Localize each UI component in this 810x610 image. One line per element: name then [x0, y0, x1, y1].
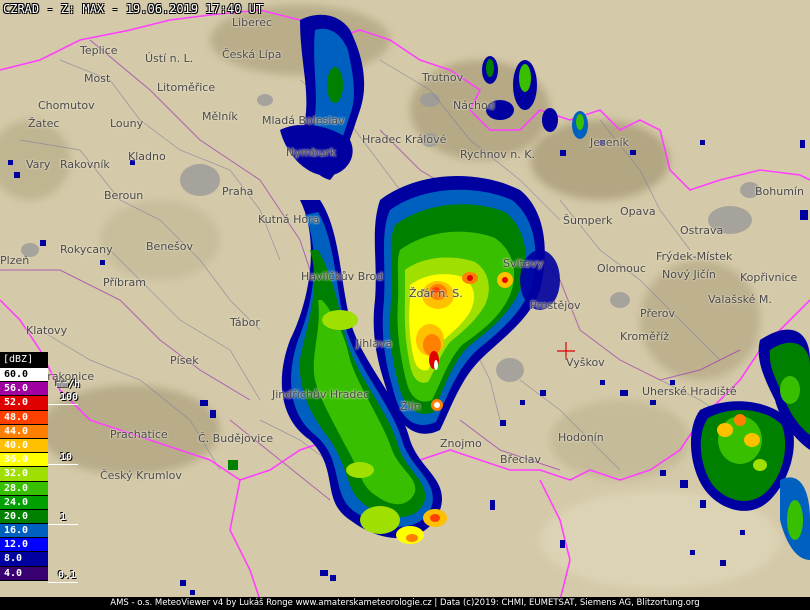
legend-level: 60.0 — [0, 368, 48, 383]
city-label: Louny — [110, 117, 144, 130]
city-label: Ostrava — [680, 224, 724, 237]
city-label: Bohumín — [755, 185, 804, 198]
city-label: Prostějov — [530, 299, 581, 312]
rate-tick — [48, 524, 78, 525]
city-label: Ústí n. L. — [145, 52, 194, 65]
legend-level: 32.0 — [0, 467, 48, 482]
city-label: Jindřichův Hradec — [272, 388, 370, 401]
city-label: Český Krumlov — [100, 469, 182, 482]
city-label: Most — [84, 72, 111, 85]
city-label: Rychnov n. K. — [460, 148, 535, 161]
city-label: Mělník — [202, 110, 238, 123]
city-label: Žďár n. S. — [409, 287, 463, 300]
city-label: Jeseník — [590, 136, 629, 149]
legend-level: 8.0 — [0, 552, 48, 567]
city-label: Benešov — [146, 240, 194, 253]
city-label: Šumperk — [563, 214, 613, 227]
city-label: Tábor — [230, 316, 260, 329]
city-label: Opava — [620, 205, 656, 218]
rate-label: 0.1 — [58, 570, 77, 581]
city-label: Česká Lípa — [222, 48, 282, 61]
city-label: Nymburk — [286, 146, 337, 159]
legend-level: 16.0 — [0, 524, 48, 539]
rate-label: 10 — [60, 452, 73, 463]
city-label: Beroun — [104, 189, 144, 202]
radar-title: CZRAD - Z: MAX - 19.06.2019 17:40 UT — [3, 2, 264, 16]
dbz-legend: [dBZ] 60.0 56.0 52.0 48.0 44.0 40.0 36.0 32.0 28… — [0, 352, 48, 581]
legend-level: 4.0 — [0, 566, 48, 581]
rate-tick — [48, 404, 78, 405]
city-label: Jihlava — [356, 337, 393, 350]
legend-level: 28.0 — [0, 481, 48, 496]
city-label: Znojmo — [440, 437, 482, 450]
city-label: Plzeň — [0, 254, 30, 267]
city-label: Příbram — [103, 276, 146, 289]
legend-level: 36.0 — [0, 453, 48, 468]
legend-level: 24.0 — [0, 495, 48, 510]
footer-credits: AMS - o.s. MeteoViewer v4 by Lukáš Ronge… — [0, 597, 810, 610]
rate-tick — [48, 464, 78, 465]
city-label: Vyškov — [566, 356, 605, 369]
city-label: Náchod — [453, 99, 495, 112]
radar-map-view[interactable]: Liberec Teplice Ústí n. L. Česká Lípa Most Ch… — [0, 0, 810, 610]
city-label: Břeclav — [500, 453, 541, 466]
city-label: Písek — [170, 354, 199, 367]
legend-level: 12.0 — [0, 538, 48, 553]
legend-scale: 60.0 56.0 52.0 48.0 44.0 40.0 36.0 32.0 28.0 24.0… — [0, 368, 48, 581]
legend-level: 48.0 — [0, 410, 48, 425]
city-label: Uherské Hradiště — [642, 385, 737, 398]
legend-level: 52.0 — [0, 396, 48, 411]
radar-map — [0, 0, 810, 610]
city-label: Trutnov — [422, 71, 464, 84]
legend-unit: [dBZ] — [0, 352, 48, 368]
city-label: Frýdek-Místek — [656, 250, 733, 263]
city-label: Kutná Hora — [258, 213, 320, 226]
legend-level: 56.0 — [0, 382, 48, 397]
city-label: Svitavy — [503, 257, 544, 270]
city-label: Přerov — [640, 307, 676, 320]
city-label: Klatovy — [26, 324, 68, 337]
city-label: Chomutov — [38, 99, 95, 112]
legend-level: 40.0 — [0, 438, 48, 454]
rate-label: 1 — [60, 512, 67, 523]
rate-tick — [48, 582, 78, 583]
city-label: Kopřivnice — [740, 271, 798, 284]
city-label: Rakovník — [60, 158, 110, 171]
city-label: Teplice — [80, 44, 118, 57]
rate-unit-label: mm/h — [56, 379, 81, 390]
rate-label: 100 — [60, 392, 79, 403]
city-label: Zlín — [400, 400, 421, 413]
legend-level: 20.0 — [0, 509, 48, 525]
city-label: Litoměřice — [157, 81, 216, 94]
city-label: Liberec — [232, 16, 273, 29]
city-label: Valašské M. — [708, 293, 772, 306]
city-label: Olomouc — [597, 262, 646, 275]
city-label: Prachatice — [110, 428, 168, 441]
city-label: Žatec — [28, 117, 60, 130]
city-label: Havlíčkův Brod — [301, 270, 384, 283]
city-label: Nový Jičín — [662, 268, 716, 281]
city-label: Kroměříž — [620, 330, 670, 343]
city-label: Kladno — [128, 150, 166, 163]
legend-level: 44.0 — [0, 424, 48, 439]
city-label: Vary — [26, 158, 51, 171]
city-label: Č. Budějovice — [198, 432, 274, 445]
city-label: Praha — [222, 185, 254, 198]
city-label: Rokycany — [60, 243, 113, 256]
city-label: Hradec Králové — [362, 133, 447, 146]
city-label: Mladá Boleslav — [262, 114, 345, 127]
city-label: Hodonín — [558, 431, 604, 444]
